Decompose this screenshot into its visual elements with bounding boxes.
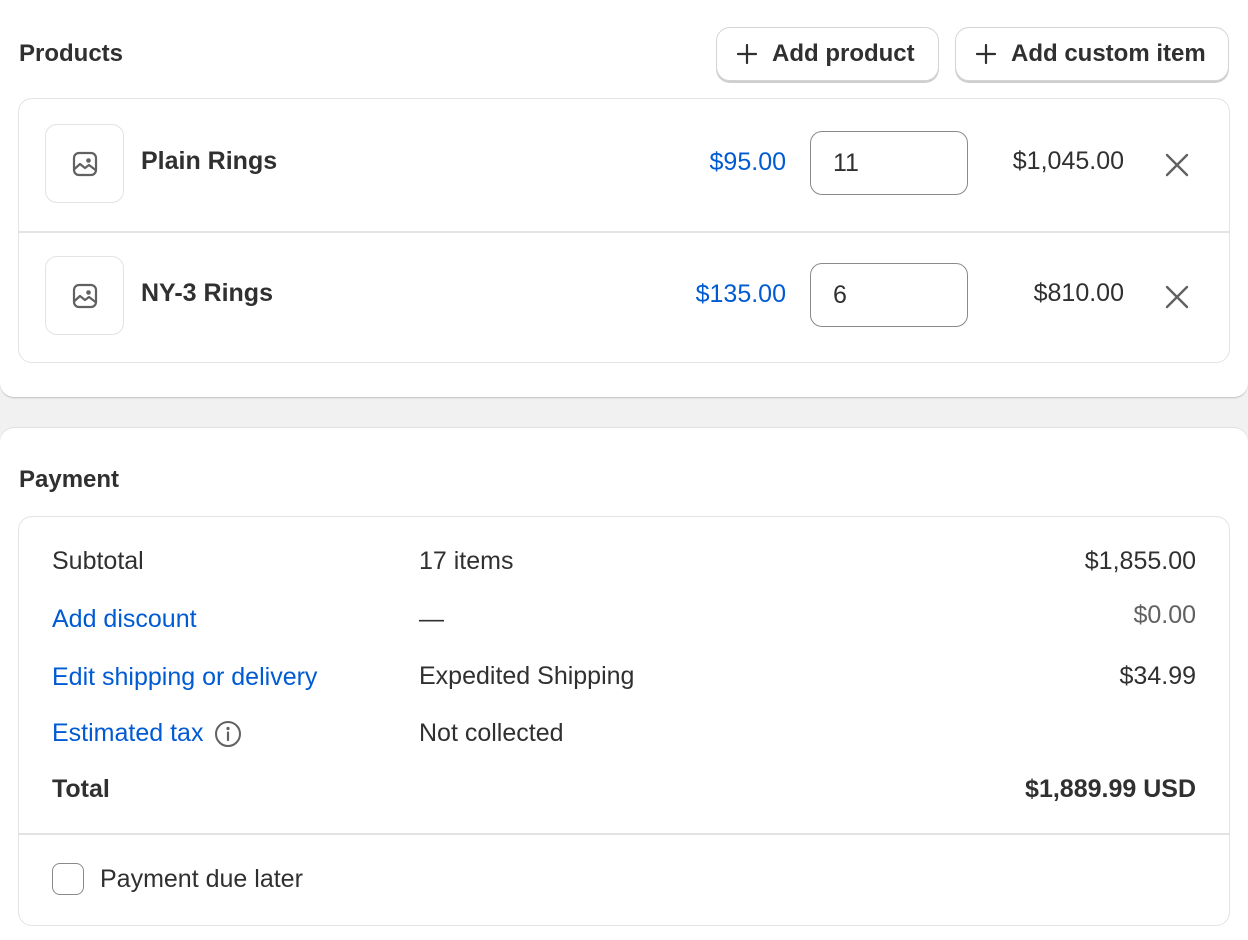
payment-due-later-checkbox[interactable] xyxy=(52,863,84,895)
product-price[interactable]: $135.00 xyxy=(696,280,786,309)
tax-row: Estimated tax Not collected xyxy=(19,715,1229,755)
add-custom-item-label: Add custom item xyxy=(1011,40,1206,67)
add-product-label: Add product xyxy=(772,40,915,67)
plus-icon xyxy=(737,44,757,64)
product-price[interactable]: $95.00 xyxy=(710,148,786,177)
product-name: NY-3 Rings xyxy=(141,279,273,307)
total-amount: $1,889.99 USD xyxy=(1025,775,1196,803)
shipping-method: Expedited Shipping xyxy=(419,662,635,690)
product-name: Plain Rings xyxy=(141,147,278,175)
tax-status: Not collected xyxy=(419,719,564,747)
products-card: Products Add product Add custom item Pla… xyxy=(0,0,1248,397)
discount-detail: — xyxy=(419,605,444,633)
close-icon[interactable] xyxy=(1162,282,1192,312)
close-icon[interactable] xyxy=(1162,150,1192,180)
line-total: $810.00 xyxy=(1033,279,1124,307)
add-custom-item-button[interactable]: Add custom item xyxy=(955,27,1229,81)
add-product-button[interactable]: Add product xyxy=(716,27,939,81)
add-discount-link[interactable]: Add discount xyxy=(52,605,197,634)
edit-shipping-link[interactable]: Edit shipping or delivery xyxy=(52,663,317,692)
product-list: Plain Rings $95.00 $1,045.00 NY-3 Rings … xyxy=(18,98,1230,363)
discount-row: Add discount — $0.00 xyxy=(19,601,1229,641)
shipping-row: Edit shipping or delivery Expedited Ship… xyxy=(19,658,1229,698)
products-title: Products xyxy=(19,40,124,67)
product-thumbnail xyxy=(45,124,124,203)
quantity-input[interactable] xyxy=(810,263,968,327)
subtotal-amount: $1,855.00 xyxy=(1084,547,1196,575)
product-row: Plain Rings $95.00 $1,045.00 xyxy=(19,99,1229,231)
plus-icon xyxy=(976,44,996,64)
estimated-tax-link[interactable]: Estimated tax xyxy=(52,719,242,748)
payment-card: Payment Subtotal 17 items $1,855.00 Add … xyxy=(0,428,1248,940)
image-placeholder-icon xyxy=(72,283,97,308)
payment-due-later-row[interactable]: Payment due later xyxy=(52,863,303,895)
total-row: Total $1,889.99 USD xyxy=(19,771,1229,811)
subtotal-label: Subtotal xyxy=(52,547,144,575)
image-placeholder-icon xyxy=(72,151,97,176)
total-label: Total xyxy=(52,775,110,803)
product-thumbnail xyxy=(45,256,124,335)
payment-summary: Subtotal 17 items $1,855.00 Add discount… xyxy=(18,516,1230,926)
shipping-amount: $34.99 xyxy=(1119,662,1196,690)
subtotal-row: Subtotal 17 items $1,855.00 xyxy=(19,543,1229,583)
info-icon[interactable] xyxy=(214,720,242,748)
discount-amount: $0.00 xyxy=(1133,601,1196,629)
payment-due-later-label: Payment due later xyxy=(100,864,303,893)
subtotal-items: 17 items xyxy=(419,547,514,575)
payment-title: Payment xyxy=(19,466,120,493)
product-row: NY-3 Rings $135.00 $810.00 xyxy=(19,231,1229,363)
line-total: $1,045.00 xyxy=(1012,147,1124,175)
quantity-input[interactable] xyxy=(810,131,968,195)
estimated-tax-label: Estimated tax xyxy=(52,719,204,747)
summary-divider xyxy=(19,833,1229,835)
